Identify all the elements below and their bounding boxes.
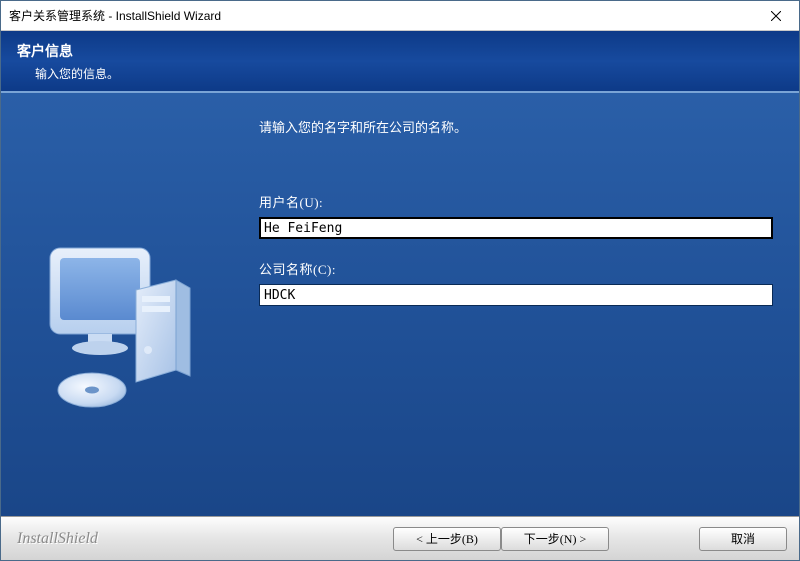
wizard-footer: InstallShield < 上一步(B) 下一步(N) > 取消 [1,516,799,560]
close-button[interactable] [753,1,799,30]
close-icon [771,11,781,21]
company-input[interactable] [259,284,773,306]
back-button[interactable]: < 上一步(B) [393,527,501,551]
window-title: 客户关系管理系统 - InstallShield Wizard [9,7,753,24]
instruction-text: 请输入您的名字和所在公司的名称。 [259,117,773,136]
page-subtitle: 输入您的信息。 [35,65,799,82]
username-input[interactable] [259,217,773,239]
computer-icon [30,240,200,430]
company-label: 公司名称(C): [259,259,773,278]
page-title: 客户信息 [17,41,799,61]
titlebar: 客户关系管理系统 - InstallShield Wizard [1,1,799,31]
next-button[interactable]: 下一步(N) > [501,527,609,551]
button-row: < 上一步(B) 下一步(N) > 取消 [393,527,787,551]
username-label: 用户名(U): [259,192,773,211]
installer-window: 客户关系管理系统 - InstallShield Wizard 客户信息 输入您… [0,0,800,561]
cancel-button[interactable]: 取消 [699,527,787,551]
wizard-body: 请输入您的名字和所在公司的名称。 用户名(U): 公司名称(C): [1,93,799,516]
form-panel: 请输入您的名字和所在公司的名称。 用户名(U): 公司名称(C): [229,93,799,516]
titlebar-buttons [753,1,799,30]
next-button-label: 下一步(N) > [524,530,586,547]
wizard-header: 客户信息 输入您的信息。 [1,31,799,93]
cancel-button-label: 取消 [731,530,755,547]
back-button-label: < 上一步(B) [416,530,478,547]
side-graphic-panel [1,93,229,516]
installshield-brand: InstallShield [17,530,98,548]
